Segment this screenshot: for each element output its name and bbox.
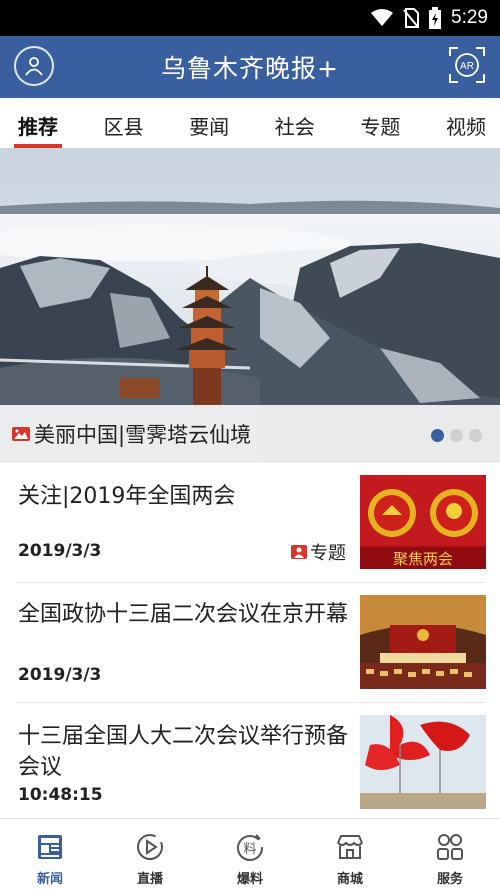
app-title: 乌鲁木齐晚报+ [161, 54, 339, 83]
ar-scan-button[interactable]: AR [448, 46, 486, 84]
no-sim-icon [403, 8, 420, 28]
tab-video[interactable]: 视频 [446, 98, 486, 148]
hero-caption: 美丽中国|雪霁塔云仙境 [34, 423, 252, 447]
news-thumbnail [360, 715, 486, 809]
news-thumbnail [360, 595, 486, 689]
carousel-dot-2[interactable] [450, 429, 463, 442]
topic-tag-icon [291, 545, 307, 559]
wifi-icon [371, 9, 394, 26]
svg-text:料: 料 [243, 842, 256, 857]
nav-label: 爆料 [236, 872, 263, 887]
status-bar: 5:29 [0, 0, 500, 36]
picture-icon [12, 427, 30, 441]
services-icon [437, 834, 463, 860]
ar-label: AR [460, 61, 474, 72]
news-date: 10:48:15 [18, 785, 103, 805]
news-item-1[interactable]: 关注|2019年全国两会 2019/3/3 专题 聚焦两会 [0, 463, 500, 583]
nav-label: 新闻 [36, 872, 63, 887]
nav-news[interactable]: 新闻 [0, 819, 100, 890]
hero-caption-bar[interactable]: 美丽中国|雪霁塔云仙境 [0, 405, 500, 463]
nav-live[interactable]: 直播 [100, 819, 200, 890]
topic-tag: 专题 [291, 539, 346, 565]
tip-off-icon: 料 [237, 834, 263, 861]
nav-label: 商城 [336, 872, 363, 887]
news-title: 十三届全国人大二次会议举行预备会议 [18, 724, 349, 780]
nav-services[interactable]: 服务 [400, 819, 500, 890]
nav-label: 服务 [436, 872, 463, 887]
news-date: 2019/3/3 [18, 541, 102, 561]
carousel-dot-3[interactable] [469, 429, 482, 442]
tab-topics[interactable]: 专题 [360, 98, 400, 148]
app-header: 乌鲁木齐晚报+ AR [0, 36, 500, 98]
news-thumbnail: 聚焦两会 [360, 475, 486, 569]
category-tabs: 推荐 区县 要闻 社会 专题 视频 [0, 98, 500, 148]
nav-label: 直播 [136, 872, 163, 887]
carousel-indicator [431, 429, 482, 442]
tab-society[interactable]: 社会 [275, 98, 315, 148]
carousel-dot-1[interactable] [431, 429, 444, 442]
tab-districts[interactable]: 区县 [104, 98, 144, 148]
bottom-navigation: 新闻 直播 料 爆料 商城 服务 [0, 818, 500, 890]
tab-recommend[interactable]: 推荐 [14, 98, 62, 148]
status-time: 5:29 [451, 7, 488, 28]
nav-tip-off[interactable]: 料 爆料 [200, 819, 300, 890]
topic-tag-label: 专题 [310, 543, 346, 564]
store-icon [337, 835, 363, 859]
news-item-3[interactable]: 十三届全国人大二次会议举行预备会议 10:48:15 [0, 703, 500, 818]
news-icon [38, 835, 62, 859]
news-date: 2019/3/3 [18, 665, 102, 685]
battery-icon [429, 7, 442, 29]
news-title: 全国政协十三届二次会议在京开幕 [18, 602, 349, 627]
tab-headlines[interactable]: 要闻 [189, 98, 229, 148]
news-title: 关注|2019年全国两会 [18, 484, 236, 509]
hero-carousel[interactable]: 美丽中国|雪霁塔云仙境 [0, 148, 500, 463]
thumb-caption: 聚焦两会 [393, 550, 453, 568]
nav-store[interactable]: 商城 [300, 819, 400, 890]
news-item-2[interactable]: 全国政协十三届二次会议在京开幕 2019/3/3 [0, 583, 500, 703]
play-icon [137, 834, 163, 860]
